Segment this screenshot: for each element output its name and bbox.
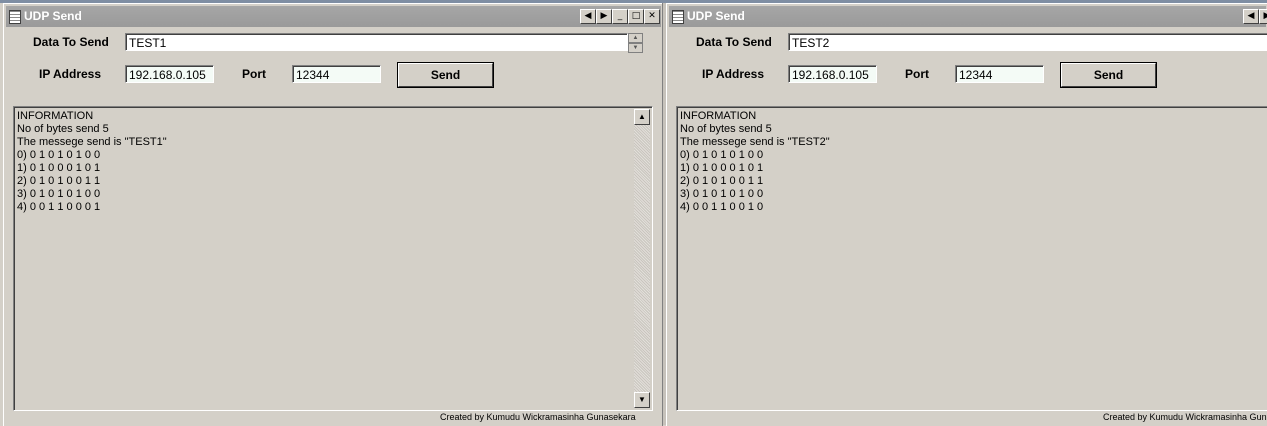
right-arrow-icon: ▶ — [600, 11, 608, 21]
vertical-scrollbar[interactable]: ▲ ▼ — [634, 109, 650, 408]
information-box[interactable]: INFORMATION No of bytes send 5 The messe… — [13, 106, 653, 411]
information-text: INFORMATION No of bytes send 5 The messe… — [17, 110, 167, 213]
data-spinner[interactable]: ▲ ▼ — [628, 33, 643, 53]
minimize-icon: _ — [617, 11, 623, 21]
data-to-send-label: Data To Send — [696, 35, 772, 49]
window-title: UDP Send — [24, 9, 82, 23]
port-label: Port — [242, 67, 266, 81]
left-arrow-icon: ◀ — [584, 11, 592, 21]
ip-address-input[interactable]: 192.168.0.105 — [788, 65, 877, 83]
spin-up-icon[interactable]: ▲ — [628, 33, 643, 43]
data-to-send-input[interactable]: TEST1 — [125, 33, 628, 51]
right-arrow-icon: ▶ — [1264, 11, 1267, 21]
data-to-send-input[interactable]: TEST2 — [788, 33, 1267, 51]
window-title: UDP Send — [687, 9, 745, 23]
port-label: Port — [905, 67, 929, 81]
maximize-button[interactable]: □ — [628, 9, 644, 24]
udp-send-window-2: UDP Send ◀ ▶ Data To Send TEST2 IP Addre… — [666, 3, 1267, 426]
prev-window-button[interactable]: ◀ — [1243, 9, 1259, 24]
credit-text: Created by Kumudu Wickramasinha Gun — [1103, 412, 1267, 422]
port-input[interactable]: 12344 — [292, 65, 381, 83]
prev-window-button[interactable]: ◀ — [580, 9, 596, 24]
port-input[interactable]: 12344 — [955, 65, 1044, 83]
title-bar[interactable]: UDP Send ◀ ▶ — [669, 6, 1267, 27]
information-text: INFORMATION No of bytes send 5 The messe… — [680, 110, 830, 213]
credit-text: Created by Kumudu Wickramasinha Gunaseka… — [440, 412, 636, 422]
close-button[interactable]: ✕ — [644, 9, 660, 24]
app-icon — [672, 10, 684, 24]
maximize-icon: □ — [631, 11, 641, 21]
send-button[interactable]: Send — [398, 63, 493, 87]
left-arrow-icon: ◀ — [1247, 11, 1255, 21]
ip-address-input[interactable]: 192.168.0.105 — [125, 65, 214, 83]
ip-address-label: IP Address — [39, 67, 102, 81]
app-icon — [9, 10, 21, 24]
scroll-down-icon[interactable]: ▼ — [634, 392, 650, 408]
title-bar[interactable]: UDP Send ◀ ▶ _ □ ✕ — [6, 6, 661, 27]
udp-send-window-1: UDP Send ◀ ▶ _ □ ✕ Data To Send TEST1 ▲ … — [3, 3, 663, 426]
scroll-up-icon[interactable]: ▲ — [634, 109, 650, 125]
minimize-button[interactable]: _ — [612, 9, 628, 24]
next-window-button[interactable]: ▶ — [1259, 9, 1267, 24]
next-window-button[interactable]: ▶ — [596, 9, 612, 24]
spin-down-icon[interactable]: ▼ — [628, 43, 643, 53]
send-button[interactable]: Send — [1061, 63, 1156, 87]
data-to-send-label: Data To Send — [33, 35, 109, 49]
information-box[interactable]: INFORMATION No of bytes send 5 The messe… — [676, 106, 1267, 411]
ip-address-label: IP Address — [702, 67, 765, 81]
close-icon: ✕ — [648, 11, 656, 21]
